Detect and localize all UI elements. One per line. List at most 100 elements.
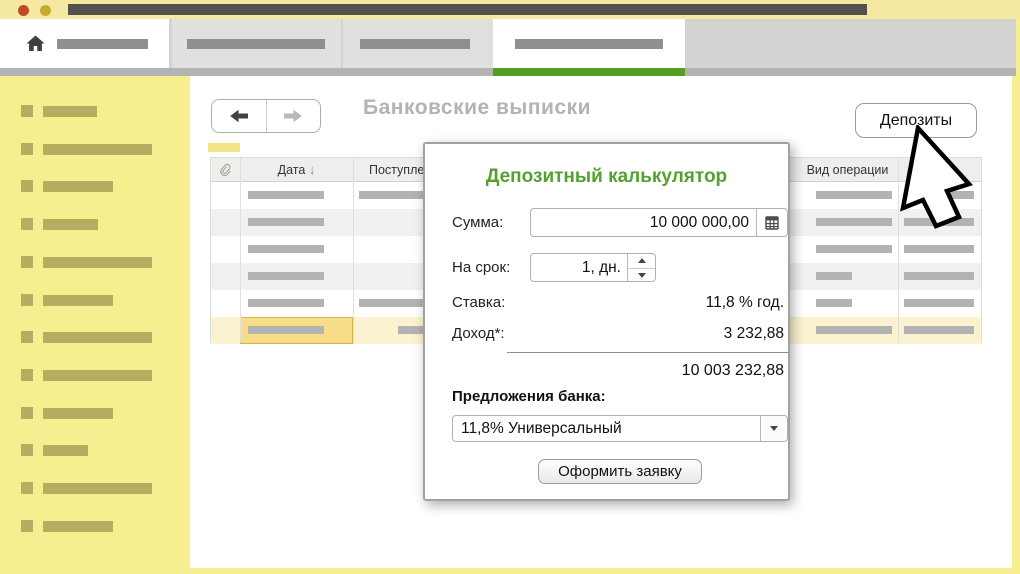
sidebar-item-9[interactable]	[0, 406, 190, 420]
sidebar-item-icon	[21, 294, 33, 306]
bank-offer-select[interactable]: 11,8% Универсальный	[452, 415, 788, 442]
sidebar-item-icon	[21, 180, 33, 192]
window-titlebar	[0, 0, 1020, 19]
attachment-column-header[interactable]	[211, 158, 240, 182]
spinner-up-icon	[638, 258, 646, 263]
term-input[interactable]: 1, дн.	[530, 253, 656, 282]
submit-application-button[interactable]: Оформить заявку	[538, 459, 702, 484]
cell-value-placeholder	[816, 326, 892, 334]
cell-value-placeholder	[816, 191, 892, 199]
page-title: Банковские выписки	[363, 96, 591, 120]
breadcrumb-placeholder	[208, 143, 240, 152]
bank-offer-selected: 11,8% Универсальный	[461, 416, 622, 441]
sidebar-item-3[interactable]	[0, 179, 190, 193]
cell-value-placeholder	[248, 218, 324, 226]
tab-label-placeholder	[187, 39, 325, 49]
sidebar-item-icon	[21, 369, 33, 381]
paperclip-icon	[218, 160, 234, 180]
cell-value-placeholder	[904, 245, 974, 253]
sum-input[interactable]: 10 000 000,00	[530, 208, 788, 237]
sidebar-item-label-placeholder	[43, 370, 152, 381]
sidebar-item-label-placeholder	[43, 257, 152, 268]
sum-label: Сумма:	[452, 214, 503, 231]
sidebar-item-label-placeholder	[43, 144, 152, 155]
sidebar-item-label-placeholder	[43, 181, 113, 192]
spinner-down-button[interactable]	[628, 268, 655, 283]
sidebar-item-10[interactable]	[0, 443, 190, 457]
term-spinner	[627, 254, 655, 281]
deposit-calculator-dialog: Депозитный калькулятор Сумма: 10 000 000…	[423, 142, 790, 501]
sidebar-item-7[interactable]	[0, 330, 190, 344]
app-window: Банковские выписки Депозиты Дата ↓ Посту…	[0, 0, 1020, 574]
cell-value-placeholder	[248, 245, 324, 253]
cell-value-placeholder	[816, 245, 892, 253]
sidebar-item-icon	[21, 482, 33, 494]
operation-type-column-header[interactable]: Вид операции	[797, 158, 898, 182]
term-label: На срок:	[452, 259, 510, 276]
sidebar-item-label-placeholder	[43, 445, 88, 456]
cell-value-placeholder	[816, 272, 852, 280]
tab-label-placeholder	[57, 39, 148, 49]
cursor-icon	[900, 125, 978, 235]
window-minimize-dot[interactable]	[40, 5, 51, 16]
back-arrow-icon	[228, 109, 250, 123]
calculator-icon	[765, 216, 779, 230]
home-icon	[25, 34, 46, 52]
sidebar-item-1[interactable]	[0, 104, 190, 118]
income-label: Доход*:	[452, 325, 505, 342]
cell-value-placeholder	[248, 191, 324, 199]
forward-arrow-icon	[282, 109, 304, 123]
cell-value-placeholder	[904, 326, 974, 334]
sidebar-item-5[interactable]	[0, 255, 190, 269]
cell-value-placeholder	[248, 299, 324, 307]
window-close-dot[interactable]	[18, 5, 29, 16]
sidebar-item-label-placeholder	[43, 408, 113, 419]
sidebar-item-12[interactable]	[0, 519, 190, 533]
tab-2[interactable]	[172, 19, 341, 68]
sidebar-item-label-placeholder	[43, 521, 113, 532]
sidebar-menu	[0, 76, 190, 568]
sidebar-item-icon	[21, 331, 33, 343]
forward-button[interactable]	[267, 100, 321, 132]
sidebar-item-label-placeholder	[43, 483, 152, 494]
sidebar-item-label-placeholder	[43, 219, 98, 230]
sidebar-item-icon	[21, 407, 33, 419]
sidebar-item-label-placeholder	[43, 295, 113, 306]
cell-value-placeholder	[248, 326, 324, 334]
total-divider	[507, 352, 788, 353]
term-value: 1, дн.	[582, 254, 621, 281]
calculator-button[interactable]	[756, 209, 787, 236]
sidebar-item-icon	[21, 218, 33, 230]
total-value: 10 003 232,88	[682, 362, 784, 380]
tab-bar	[0, 19, 1016, 68]
tab-label-placeholder	[515, 39, 663, 49]
rate-value: 11,8 % год.	[706, 294, 784, 312]
sidebar-item-6[interactable]	[0, 293, 190, 307]
tab-4[interactable]	[493, 19, 685, 68]
tab-3[interactable]	[343, 19, 493, 68]
sort-desc-icon: ↓	[309, 162, 316, 177]
sidebar-item-4[interactable]	[0, 217, 190, 231]
sidebar-item-icon	[21, 520, 33, 532]
sidebar-item-11[interactable]	[0, 481, 190, 495]
income-value: 3 232,88	[724, 325, 784, 343]
sidebar-item-8[interactable]	[0, 368, 190, 382]
sidebar-item-label-placeholder	[43, 106, 97, 117]
sidebar-item-icon	[21, 143, 33, 155]
tab-label-placeholder	[360, 39, 470, 49]
dropdown-button[interactable]	[760, 416, 787, 441]
cell-value-placeholder	[904, 299, 974, 307]
bank-offers-label: Предложения банка:	[452, 388, 606, 405]
tab-home[interactable]	[0, 19, 169, 68]
spinner-up-button[interactable]	[628, 254, 655, 268]
active-tab-underline	[493, 68, 685, 76]
back-button[interactable]	[212, 100, 267, 132]
chevron-down-icon	[770, 426, 778, 431]
sidebar-item-2[interactable]	[0, 142, 190, 156]
date-column-header[interactable]: Дата ↓	[240, 158, 353, 182]
history-nav-group	[211, 99, 321, 133]
cell-value-placeholder	[248, 272, 324, 280]
dialog-title: Депозитный калькулятор	[425, 166, 788, 188]
cell-value-placeholder	[816, 218, 892, 226]
rate-label: Ставка:	[452, 294, 505, 311]
